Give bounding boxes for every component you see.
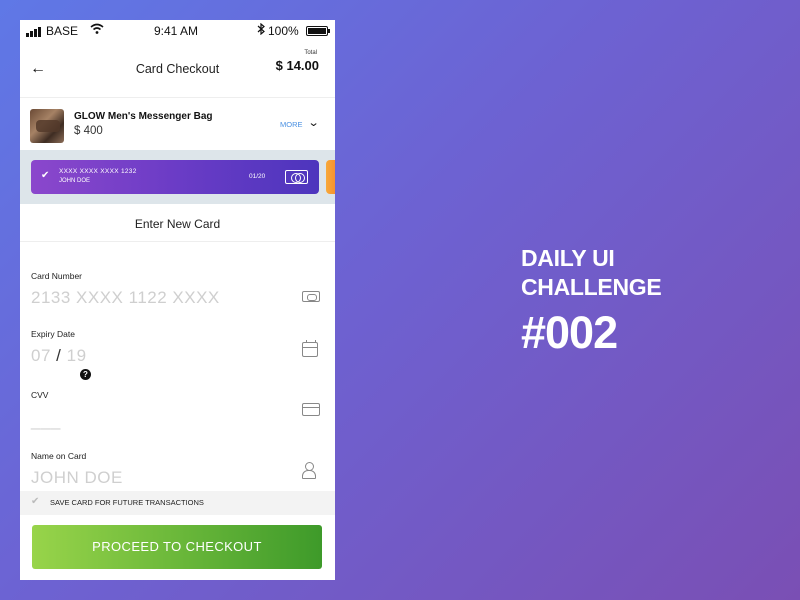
card-expiry: 01/20 bbox=[249, 173, 266, 180]
proceed-to-checkout-button[interactable]: PROCEED TO CHECKOUT bbox=[32, 525, 322, 569]
banner-line-1: DAILY UI bbox=[521, 245, 615, 271]
card-number-label: Card Number bbox=[31, 271, 83, 281]
card-back-icon bbox=[302, 403, 320, 416]
card-holder: JOHN DOE bbox=[59, 178, 91, 184]
card-number: XXXX XXXX XXXX 1232 bbox=[59, 168, 137, 175]
name-on-card-label: Name on Card bbox=[31, 451, 87, 461]
phone-screen: BASE 9:41 AM 100% ← Card Checkout Total … bbox=[20, 20, 335, 580]
card-brand-icon bbox=[285, 170, 308, 184]
product-name: GLOW Men's Messenger Bag bbox=[74, 111, 213, 122]
saved-card[interactable]: ✔ XXXX XXXX XXXX 1232 JOHN DOE 01/20 bbox=[31, 160, 319, 194]
checkmark-icon: ✔ bbox=[31, 496, 40, 507]
banner-number: #002 bbox=[521, 307, 618, 358]
save-card-label: SAVE CARD FOR FUTURE TRANSACTIONS bbox=[50, 498, 204, 507]
credit-card-icon bbox=[302, 291, 320, 302]
section-title: Enter New Card bbox=[20, 204, 335, 242]
status-time: 9:41 AM bbox=[154, 24, 199, 38]
wifi-icon bbox=[90, 23, 104, 37]
signal-icon bbox=[26, 27, 41, 37]
expiry-date-input[interactable]: 07 / 19 bbox=[31, 346, 87, 366]
next-saved-card[interactable] bbox=[326, 160, 335, 194]
card-number-input[interactable]: 2133 XXXX 1122 XXXX bbox=[31, 288, 220, 308]
save-card-checkbox[interactable]: ✔ SAVE CARD FOR FUTURE TRANSACTIONS bbox=[20, 491, 335, 515]
name-on-card-input[interactable]: JOHN DOE bbox=[31, 468, 123, 488]
cvv-input[interactable]: ___ bbox=[31, 411, 61, 431]
product-thumbnail bbox=[30, 109, 64, 143]
status-bar: BASE 9:41 AM 100% bbox=[20, 20, 335, 42]
nav-bar: ← Card Checkout Total $ 14.00 bbox=[20, 42, 335, 98]
more-link[interactable]: MORE bbox=[280, 120, 303, 129]
battery-icon bbox=[306, 26, 330, 36]
user-icon bbox=[302, 462, 316, 479]
calendar-icon bbox=[302, 340, 318, 357]
cvv-label: CVV bbox=[31, 390, 49, 400]
product-row: GLOW Men's Messenger Bag $ 400 MORE ⌄ bbox=[20, 99, 335, 150]
bluetooth-icon bbox=[257, 22, 265, 38]
chevron-down-icon[interactable]: ⌄ bbox=[308, 116, 320, 129]
total-label: Total bbox=[304, 50, 317, 56]
challenge-banner: DAILY UI CHALLENGE #002 bbox=[521, 244, 662, 359]
expiry-date-label: Expiry Date bbox=[31, 329, 75, 339]
total-value: $ 14.00 bbox=[275, 58, 319, 73]
expiry-year: 19 bbox=[66, 346, 87, 365]
expiry-separator: / bbox=[56, 346, 62, 365]
saved-cards-carousel[interactable]: ✔ XXXX XXXX XXXX 1232 JOHN DOE 01/20 bbox=[20, 150, 335, 204]
product-price: $ 400 bbox=[74, 125, 103, 137]
check-icon: ✔ bbox=[41, 170, 50, 181]
help-icon[interactable]: ? bbox=[80, 369, 91, 380]
expiry-month: 07 bbox=[31, 346, 51, 365]
banner-line-2: CHALLENGE bbox=[521, 274, 662, 300]
battery-percent: 100% bbox=[268, 24, 299, 38]
carrier-name: BASE bbox=[46, 24, 79, 38]
